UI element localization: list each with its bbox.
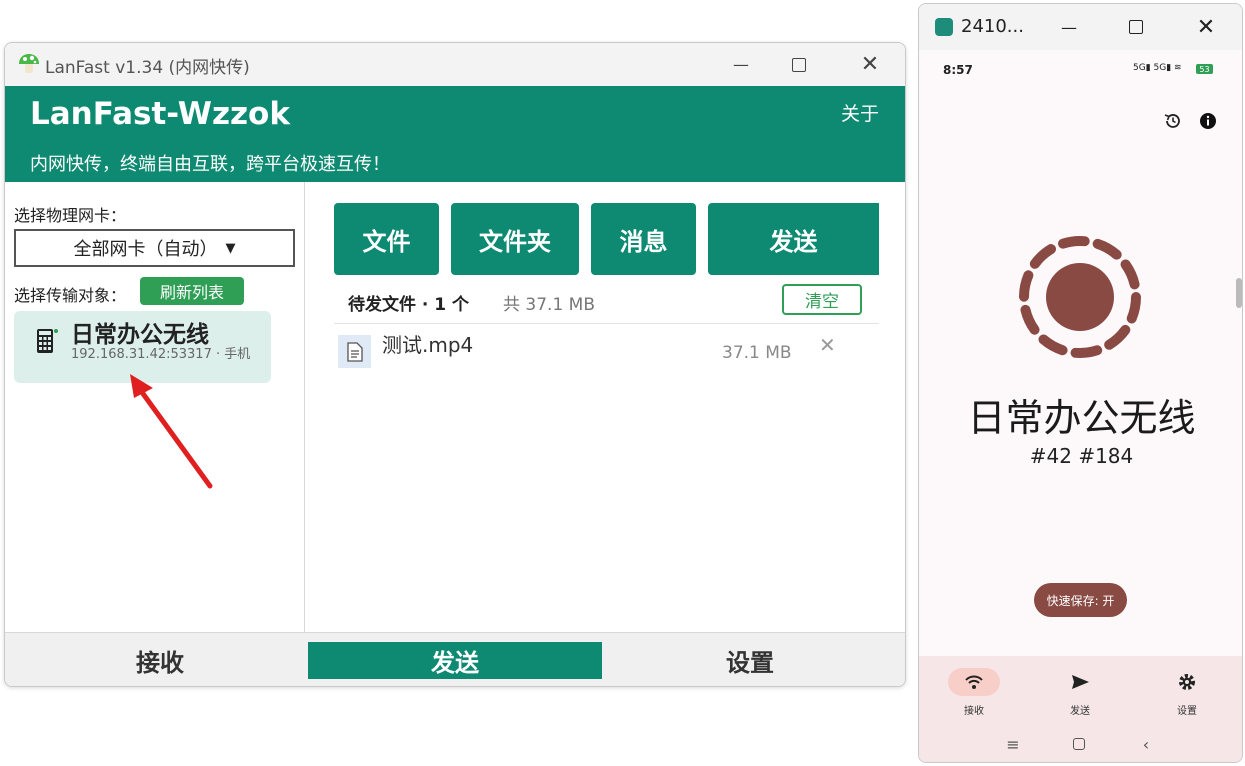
phone-maximize-button[interactable] xyxy=(1101,4,1171,50)
pending-total-size: 共 37.1 MB xyxy=(503,295,595,315)
phone-close-button[interactable]: ✕ xyxy=(1171,4,1241,50)
document-icon xyxy=(338,335,371,368)
device-name: 日常办公无线 xyxy=(71,322,209,348)
nav-settings-label: 设置 xyxy=(1177,706,1197,717)
dropdown-arrow-icon: ▼ xyxy=(225,240,236,256)
nav-settings[interactable]: 设置 xyxy=(1157,668,1217,717)
nic-select[interactable]: 全部网卡（自动） ▼ xyxy=(14,229,295,267)
app-name: LanFast-Wzzok xyxy=(30,96,290,132)
signal-wifi-icons: 5G▮ 5G▮ ≋ xyxy=(1133,63,1182,73)
lanfast-window: LanFast v1.34 (内网快传) — ✕ LanFast-Wzzok 关… xyxy=(4,42,906,687)
nic-value: 全部网卡（自动） xyxy=(73,239,218,260)
phone-bottom-nav: 接收 发送 设置 ≡ ‹ xyxy=(919,656,1242,762)
maximize-button[interactable] xyxy=(769,43,829,86)
about-link[interactable]: 关于 xyxy=(841,99,879,126)
divider xyxy=(334,323,879,324)
phone-keypad-icon xyxy=(37,329,58,353)
device-status-ring xyxy=(1019,236,1141,358)
recents-icon[interactable]: ≡ xyxy=(998,734,1028,754)
phone-device-name: 日常办公无线 xyxy=(967,396,1196,440)
status-time: 8:57 xyxy=(943,63,973,77)
remove-file-icon[interactable]: ✕ xyxy=(819,333,836,357)
device-address: 192.168.31.42:53317 · 手机 xyxy=(71,347,251,362)
app-header: LanFast-Wzzok 关于 内网快传，终端自由互联，跨平台极速互传！ xyxy=(5,86,905,182)
wifi-icon xyxy=(948,668,1000,696)
phone-mirror-window: 2410... — ✕ 8:57 5G▮ 5G▮ ≋ 53 日常办公无线 #42… xyxy=(918,3,1243,763)
phone-title-bar: 2410... — ✕ xyxy=(919,4,1242,50)
right-panel: 文件 文件夹 消息 发送 待发文件 · 1 个 共 37.1 MB 清空 测试.… xyxy=(306,182,905,632)
window-title: LanFast v1.34 (内网快传) xyxy=(45,58,250,78)
maximize-icon xyxy=(792,57,806,72)
file-size: 37.1 MB xyxy=(722,343,792,363)
tab-settings[interactable]: 设置 xyxy=(603,642,897,679)
quick-save-toggle[interactable]: 快速保存: 开 xyxy=(1034,583,1127,617)
nav-send-label: 发送 xyxy=(1070,706,1090,717)
close-button[interactable]: ✕ xyxy=(840,43,900,86)
mushroom-icon xyxy=(19,54,39,73)
minimize-button[interactable]: — xyxy=(711,43,771,86)
phone-window-title: 2410... xyxy=(961,16,1024,37)
red-arrow-annotation xyxy=(130,374,213,489)
history-icon[interactable] xyxy=(1164,112,1182,130)
refresh-list-button[interactable]: 刷新列表 xyxy=(140,277,244,305)
mirror-app-icon xyxy=(935,18,953,36)
slogan: 内网快传，终端自由互联，跨平台极速互传！ xyxy=(30,154,390,175)
side-handle[interactable] xyxy=(1236,278,1242,308)
gear-icon xyxy=(1161,668,1213,696)
nav-receive[interactable]: 接收 xyxy=(944,668,1004,717)
target-label: 选择传输对象： xyxy=(14,286,127,305)
tab-send[interactable]: 发送 xyxy=(308,642,602,679)
nav-send[interactable]: 发送 xyxy=(1050,668,1110,717)
maximize-icon xyxy=(1129,20,1143,34)
clear-button[interactable]: 清空 xyxy=(782,284,862,315)
nav-receive-label: 接收 xyxy=(964,706,984,717)
bottom-tab-bar: 接收 发送 设置 xyxy=(5,632,905,686)
back-icon[interactable]: ‹ xyxy=(1131,734,1161,754)
nic-label: 选择物理网卡： xyxy=(14,206,127,225)
home-icon[interactable] xyxy=(1064,734,1094,754)
phone-minimize-button[interactable]: — xyxy=(1034,4,1104,50)
pending-files-label: 待发文件 · 1 个 xyxy=(348,295,470,315)
battery-icon: 53 xyxy=(1196,64,1213,74)
send-button[interactable]: 发送 xyxy=(708,203,879,275)
file-name: 测试.mp4 xyxy=(382,333,474,357)
title-bar: LanFast v1.34 (内网快传) — ✕ xyxy=(5,43,905,86)
info-icon[interactable] xyxy=(1199,112,1217,130)
send-icon xyxy=(1054,668,1106,696)
file-button[interactable]: 文件 xyxy=(334,203,439,275)
folder-button[interactable]: 文件夹 xyxy=(451,203,579,275)
message-button[interactable]: 消息 xyxy=(591,203,696,275)
phone-device-tags: #42 #184 xyxy=(1029,444,1134,468)
tab-receive[interactable]: 接收 xyxy=(13,642,307,679)
